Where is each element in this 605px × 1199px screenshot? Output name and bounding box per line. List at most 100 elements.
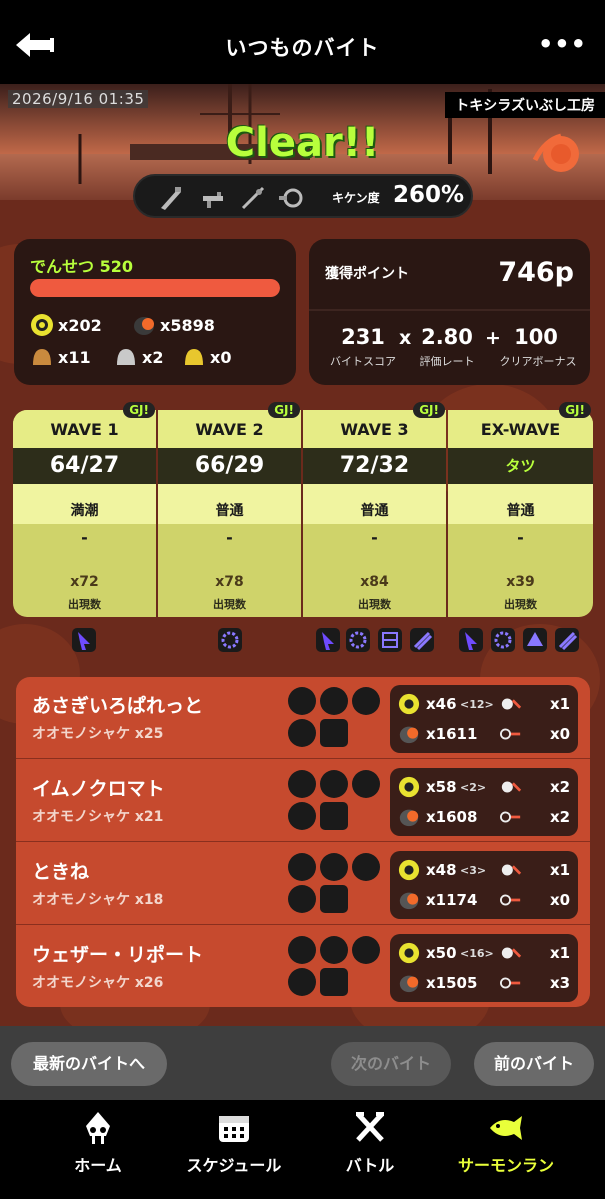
points-value: 746p [498,257,574,288]
weapon-icon [288,687,316,715]
power-egg-icon [134,317,154,335]
player-results: あさぎいろぱれっと オオモノシャケ x25 x46 <12> x1 x1611 … [16,677,590,1007]
job-score-label: バイトスコア [330,355,396,368]
golden-egg-count: x46 [426,695,457,713]
good-job-badge: GJ! [268,402,300,418]
golden-egg-count: x50 [426,944,457,962]
wave-quota: 72/32 [303,448,446,484]
tab-label: ホーム [74,1156,122,1175]
weapon-icon [320,853,348,881]
plus-operator: + [485,327,501,349]
wave-tide: 普通 [506,503,535,519]
tab-salmon-run[interactable]: サーモンラン [446,1110,566,1176]
points-label: 獲得ポイント [325,266,409,282]
weapon-icon [320,936,348,964]
golden-egg-assists: <12> [460,698,494,711]
tab-home[interactable]: ホーム [38,1110,158,1176]
rescued-icon [500,811,521,823]
special-weapon-icon [320,802,348,830]
weapon-icon [288,968,316,996]
wave-golden-egg-spawned: x72 [70,574,99,590]
latest-job-button[interactable]: 最新のバイトへ [11,1042,167,1086]
tab-battle[interactable]: バトル [310,1110,430,1176]
golden-egg-assists: <2> [460,781,487,794]
power-egg-count: x1608 [426,808,478,826]
rank-card: でんせつ 520 x202 x5898 x11 x2 x0 [14,239,296,385]
wave-tide: 普通 [215,503,244,519]
result-label: Clear!! [225,120,380,166]
special-weapon-icon [320,719,348,747]
wave-spawned-label: 出現数 [504,598,537,611]
wave-card: EX-WAVE タツ 普通 - x39 出現数 [448,410,593,617]
times-operator: x [399,327,412,349]
power-egg-icon [399,975,419,993]
golden-egg-total: x202 [58,316,102,335]
rescue-count: x2 [550,778,571,796]
good-job-badge: GJ! [123,402,155,418]
hazard-label: キケン度 [332,191,380,205]
weapon-icon [288,885,316,913]
rescue-icon [501,698,522,710]
tab-label: バトル [345,1156,395,1175]
salmon-icon [490,1116,522,1140]
player-boss-kills: オオモノシャケ x18 [32,892,164,908]
gold-scale-count: x0 [210,348,232,367]
wave-card: WAVE 3 72/32 普通 - x84 出現数 [303,410,446,617]
rescue-count: x1 [550,944,571,962]
player-row[interactable]: ウェザー・リポート オオモノシャケ x26 x50 <16> x1 x1505 … [16,926,590,1007]
grade-rate: 2.80 [421,325,473,349]
good-job-badge: GJ! [559,402,591,418]
player-stats: x46 <12> x1 x1611 x0 [390,685,578,753]
wave-boss-name: タツ [448,448,593,484]
golden-egg-assists: <3> [460,864,487,877]
wave-card: WAVE 1 64/27 満潮 - x72 出現数 [13,410,156,617]
rescued-count: x0 [550,891,571,909]
wave-name: WAVE 3 [340,420,409,439]
special-booyah-bomb-icon [346,628,370,652]
player-boss-kills: オオモノシャケ x21 [32,809,164,825]
next-job-button[interactable]: 次のバイト [331,1042,451,1086]
more-options-icon[interactable]: ••• [538,30,587,58]
previous-job-button[interactable]: 前のバイト [474,1042,594,1086]
salmon-run-logo-icon [532,133,579,172]
top-bar: いつものバイト ••• [0,0,605,84]
special-crab-tank-icon [523,628,547,652]
wave-quota: 64/27 [13,448,156,484]
weapon-icon [320,687,348,715]
rescued-icon [500,894,521,906]
rescued-icon [500,728,521,740]
power-egg-icon [399,892,419,910]
rescue-icon [501,947,522,959]
special-triple-splashdown-icon [316,628,340,652]
wave-golden-egg-spawned: x78 [215,574,244,590]
special-inkjet-icon [410,628,434,652]
wave-name: WAVE 2 [195,420,264,439]
navigation-buttons: 最新のバイトへ 次のバイト 前のバイト [0,1026,605,1100]
clear-bonus: 100 [514,325,558,349]
golden-egg-assists: <16> [460,947,494,960]
rescued-count: x0 [550,725,571,743]
player-row[interactable]: イムノクロマト オオモノシャケ x21 x58 <2> x2 x1608 x2 [16,760,590,842]
special-weapon-icon [320,885,348,913]
wave-tide: 普通 [360,503,389,519]
player-name: ウェザー・リポート [32,944,204,966]
wave-golden-egg-spawned: x39 [506,574,535,590]
power-egg-count: x1611 [426,725,478,743]
page-title: いつものバイト [225,36,380,60]
weapon-icon [352,853,380,881]
player-row[interactable]: ときね オオモノシャケ x18 x48 <3> x1 x1174 x0 [16,843,590,925]
rescued-icon [500,977,521,989]
wave-results: WAVE 1 64/27 満潮 - x72 出現数 WAVE 2 66/29 普… [13,402,593,617]
weapon-icon [288,936,316,964]
special-triple-splashdown-icon [459,628,483,652]
golden-egg-icon [398,859,420,881]
wave-spawned-label: 出現数 [213,598,246,611]
silver-scale-icon [117,349,135,365]
weapon-icon [288,853,316,881]
job-datetime: 2026/9/16 01:35 [8,90,149,108]
player-row[interactable]: あさぎいろぱれっと オオモノシャケ x25 x46 <12> x1 x1611 … [16,677,590,759]
tab-schedule[interactable]: スケジュール [174,1110,294,1176]
bronze-scale-count: x11 [58,348,91,367]
bottom-tab-bar: ホーム スケジュール バトル サーモンラン [0,1100,605,1199]
special-weapon-icon [320,968,348,996]
